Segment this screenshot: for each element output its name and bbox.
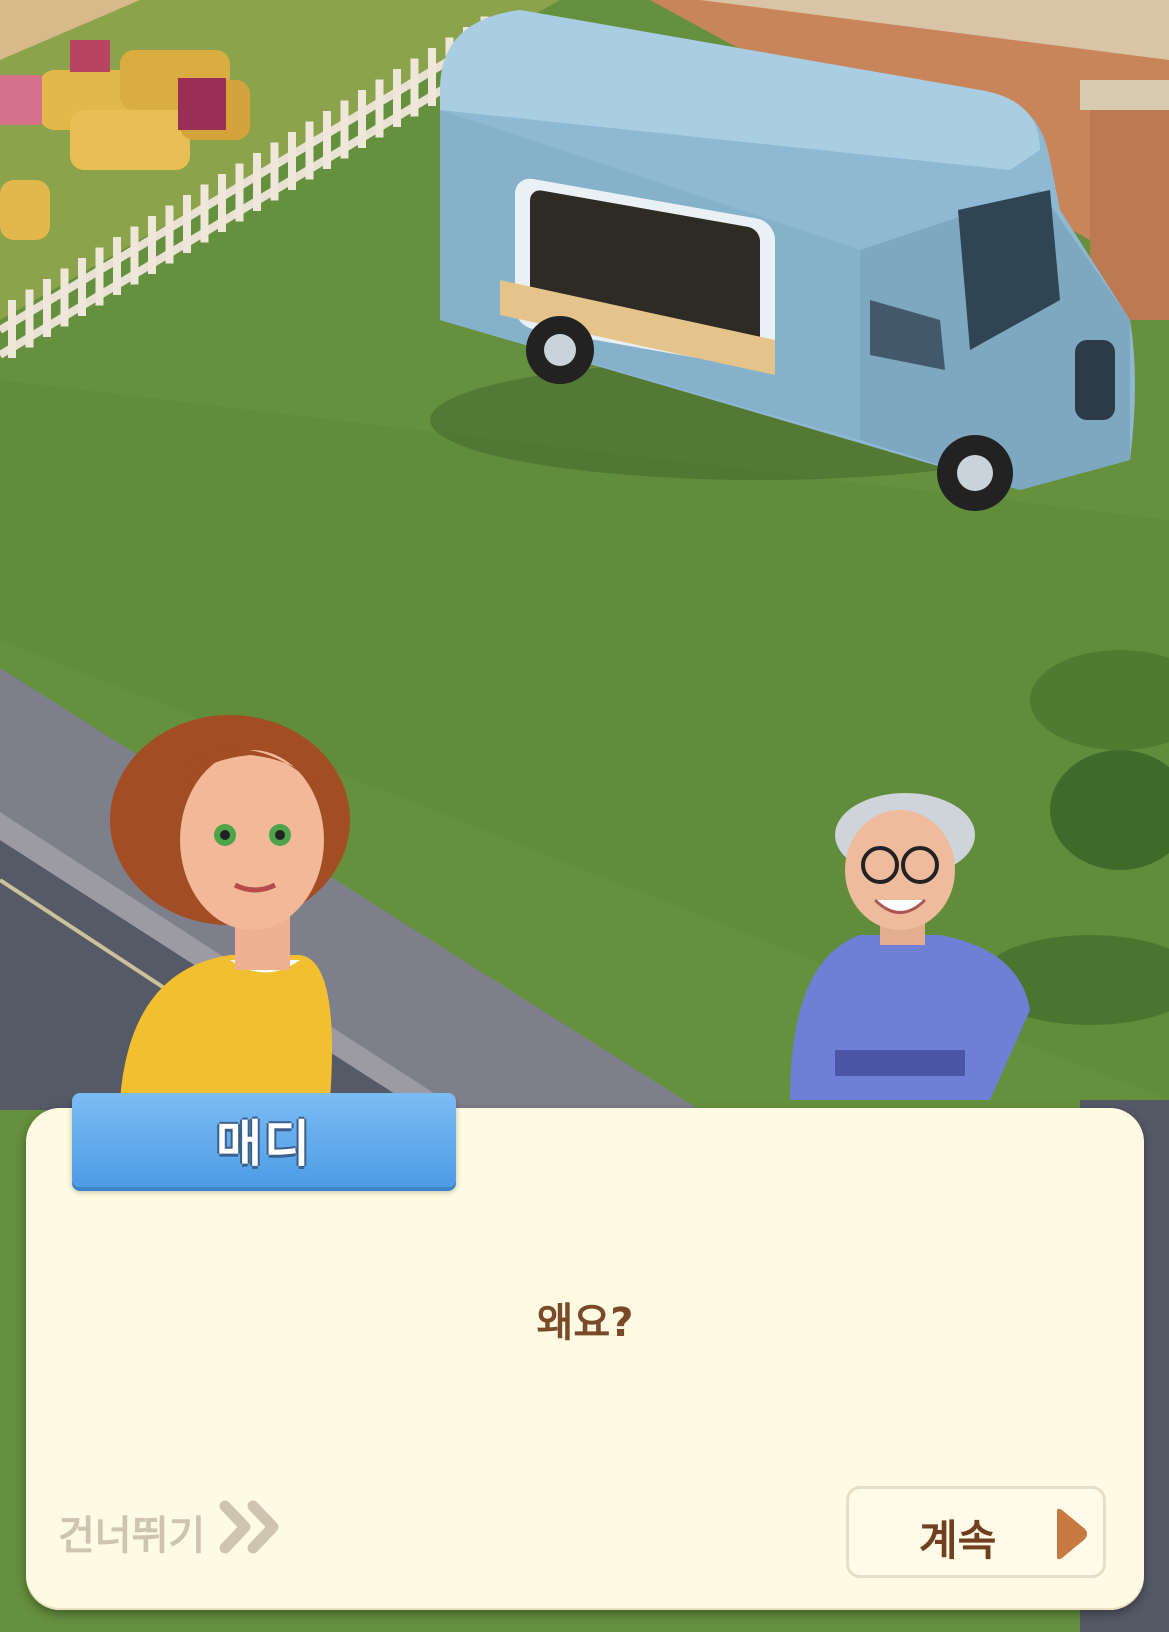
fence-post bbox=[78, 258, 86, 316]
fence-post bbox=[113, 237, 121, 295]
fence-post bbox=[60, 268, 69, 327]
fence-post bbox=[148, 216, 156, 274]
play-arrow-icon bbox=[1053, 1507, 1089, 1565]
fence-post bbox=[95, 247, 104, 306]
fence-post bbox=[130, 226, 139, 285]
fence-post bbox=[393, 69, 401, 127]
speaker-nameplate: 매디 bbox=[72, 1093, 456, 1187]
skip-button[interactable]: 건너뛰기 bbox=[58, 1500, 283, 1564]
skip-label: 건너뛰기 bbox=[58, 1513, 206, 1559]
continue-label: 계속 bbox=[919, 1516, 997, 1565]
fence-post bbox=[410, 58, 419, 117]
fence-post bbox=[305, 121, 314, 180]
fence-post bbox=[340, 100, 349, 159]
dialog-text: 왜요? bbox=[536, 1300, 634, 1346]
fence-post bbox=[235, 163, 244, 222]
fence-post bbox=[358, 90, 366, 148]
fence-post bbox=[183, 195, 191, 253]
double-chevron-right-icon bbox=[219, 1500, 283, 1564]
fence-post bbox=[323, 111, 331, 169]
fence-post bbox=[270, 142, 279, 201]
fence-post bbox=[165, 205, 174, 264]
fence-post bbox=[8, 300, 16, 358]
fence-post bbox=[375, 79, 384, 138]
fence-post bbox=[288, 132, 296, 190]
fence-post bbox=[43, 279, 51, 337]
fence-post bbox=[25, 289, 34, 348]
fence-post bbox=[218, 174, 226, 232]
fence-post bbox=[428, 48, 436, 106]
continue-button[interactable]: 계속 bbox=[846, 1486, 1106, 1578]
speaker-name: 매디 bbox=[216, 1115, 312, 1173]
fence-post bbox=[253, 153, 261, 211]
fence-post bbox=[200, 184, 209, 243]
